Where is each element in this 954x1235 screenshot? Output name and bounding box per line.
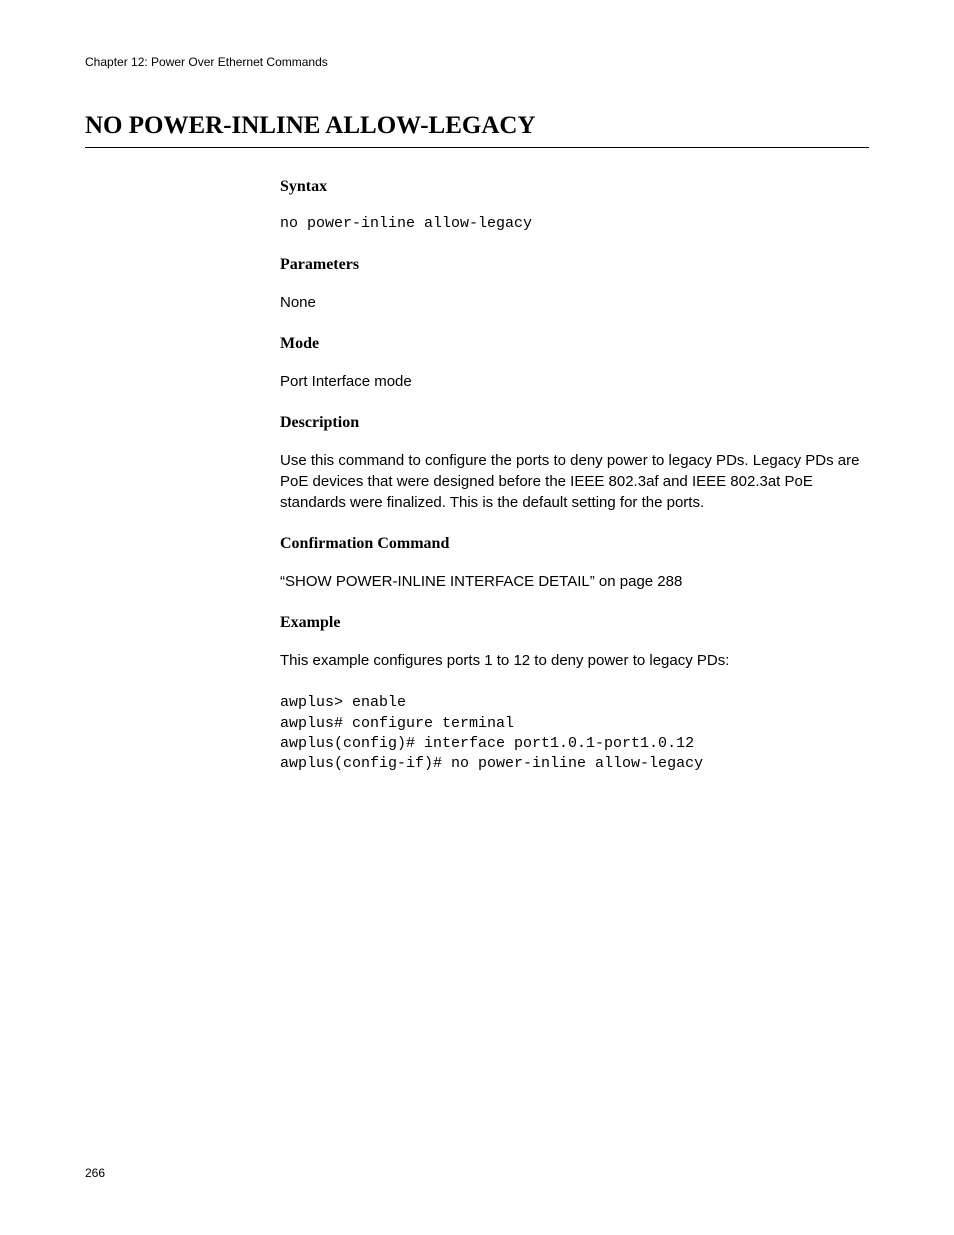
content-area: Syntax no power-inline allow-legacy Para… xyxy=(280,178,869,796)
confirmation-text: “SHOW POWER-INLINE INTERFACE DETAIL” on … xyxy=(280,571,869,592)
mode-heading: Mode xyxy=(280,335,869,353)
syntax-code: no power-inline allow-legacy xyxy=(280,214,869,234)
page-header: Chapter 12: Power Over Ethernet Commands xyxy=(85,55,328,69)
example-code: awplus> enable awplus# configure termina… xyxy=(280,693,869,774)
description-text: Use this command to configure the ports … xyxy=(280,450,869,513)
description-heading: Description xyxy=(280,414,869,432)
example-text: This example configures ports 1 to 12 to… xyxy=(280,650,869,671)
example-heading: Example xyxy=(280,614,869,632)
parameters-heading: Parameters xyxy=(280,256,869,274)
page-number: 266 xyxy=(85,1166,105,1180)
mode-text: Port Interface mode xyxy=(280,371,869,392)
command-title: NO POWER-INLINE ALLOW-LEGACY xyxy=(85,112,869,148)
syntax-heading: Syntax xyxy=(280,178,869,196)
parameters-text: None xyxy=(280,292,869,313)
confirmation-heading: Confirmation Command xyxy=(280,535,869,553)
